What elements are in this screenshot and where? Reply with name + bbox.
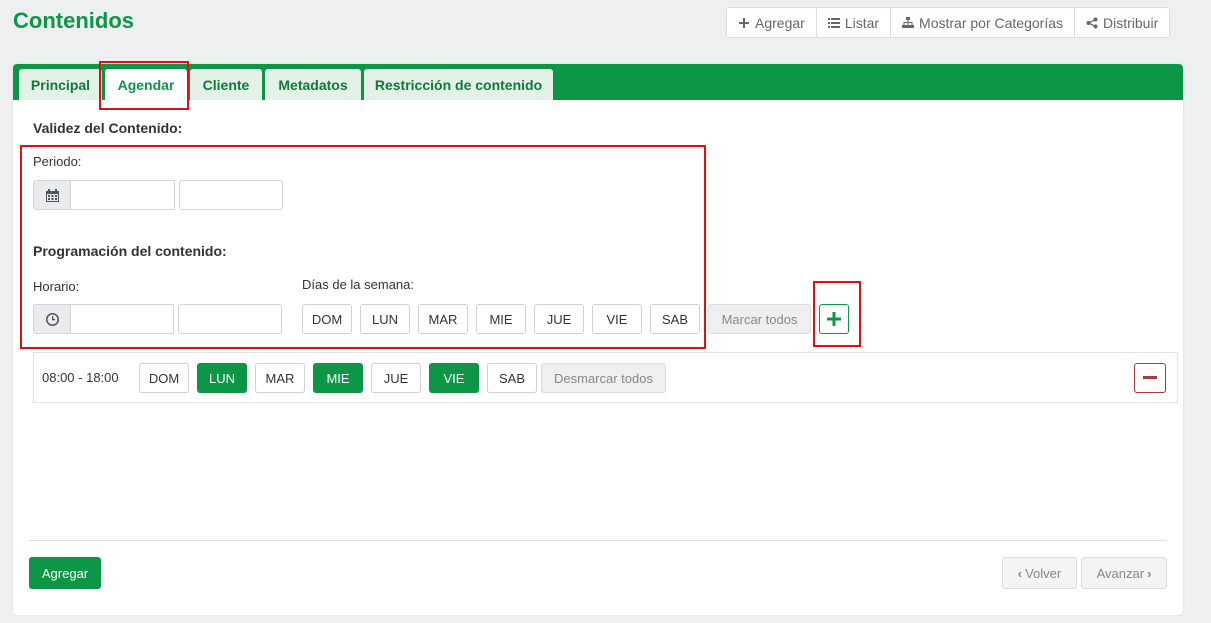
programacion-section-title: Programación del contenido: [33, 243, 227, 259]
share-icon [1086, 17, 1098, 28]
content-card: Principal Agendar Cliente Metadatos Rest… [13, 64, 1183, 615]
day-button-sab[interactable]: SAB [650, 304, 700, 334]
horario-label: Horario: [33, 279, 80, 294]
horario-start-input[interactable] [70, 304, 174, 334]
schedule-day-dom[interactable]: DOM [139, 363, 189, 393]
submit-add-button[interactable]: Agregar [29, 557, 101, 589]
tab-metadatos[interactable]: Metadatos [265, 69, 361, 100]
day-button-dom[interactable]: DOM [302, 304, 352, 334]
calendar-icon [45, 188, 59, 202]
schedule-day-mar[interactable]: MAR [255, 363, 305, 393]
horario-end-input[interactable] [178, 304, 282, 334]
page-title: Contenidos [13, 8, 134, 33]
show-by-categories-label: Mostrar por Categorías [919, 14, 1063, 31]
validez-section-title: Validez del Contenido: [33, 120, 183, 136]
back-label: Volver [1025, 565, 1062, 581]
schedule-day-jue[interactable]: JUE [371, 363, 421, 393]
top-actions-toolbar: Agregar Listar Mostrar por Categorías Di… [726, 7, 1171, 38]
tab-bar: Principal Agendar Cliente Metadatos Rest… [13, 64, 1183, 100]
tab-cliente[interactable]: Cliente [190, 69, 262, 100]
add-schedule-button[interactable] [819, 304, 849, 334]
remove-schedule-button[interactable] [1134, 363, 1166, 393]
form-divider [29, 540, 1167, 541]
tab-principal[interactable]: Principal [19, 69, 102, 100]
calendar-addon [33, 180, 71, 210]
mark-all-button[interactable]: Marcar todos [708, 304, 811, 334]
show-by-categories-button[interactable]: Mostrar por Categorías [891, 8, 1075, 37]
day-button-lun[interactable]: LUN [360, 304, 410, 334]
day-button-jue[interactable]: JUE [534, 304, 584, 334]
add-content-label: Agregar [755, 14, 805, 31]
periodo-end-input[interactable] [179, 180, 283, 210]
tab-restriccion-contenido[interactable]: Restricción de contenido [364, 69, 553, 100]
dias-semana-label: Días de la semana: [302, 277, 415, 292]
next-button[interactable]: Avanzar › [1081, 557, 1167, 589]
chevron-right-icon: › [1147, 565, 1152, 581]
clock-addon [33, 304, 71, 334]
schedule-row: 08:00 - 18:00 DOM LUN MAR MIE JUE VIE SA… [33, 352, 1178, 403]
periodo-start-input[interactable] [70, 180, 175, 210]
plus-icon [739, 17, 749, 28]
chevron-left-icon: ‹ [1017, 565, 1023, 581]
back-button[interactable]: ‹ Volver [1002, 557, 1077, 589]
periodo-label: Periodo: [33, 154, 82, 169]
list-icon [827, 17, 840, 28]
list-button[interactable]: Listar [817, 8, 892, 37]
plus-icon [827, 312, 841, 326]
minus-icon [1143, 376, 1157, 379]
add-content-button[interactable]: Agregar [727, 8, 817, 37]
schedule-day-sab[interactable]: SAB [487, 363, 537, 393]
unmark-all-button[interactable]: Desmarcar todos [541, 363, 666, 393]
schedule-day-lun[interactable]: LUN [197, 363, 247, 393]
day-button-mie[interactable]: MIE [476, 304, 526, 334]
clock-icon [45, 312, 59, 326]
day-button-mar[interactable]: MAR [418, 304, 468, 334]
schedule-day-mie[interactable]: MIE [313, 363, 363, 393]
day-button-vie[interactable]: VIE [592, 304, 642, 334]
list-label: Listar [844, 14, 880, 31]
tab-agendar[interactable]: Agendar [105, 69, 187, 100]
schedule-day-vie[interactable]: VIE [429, 363, 479, 393]
schedule-time-range: 08:00 - 18:00 [42, 370, 119, 385]
distribute-label: Distribuir [1103, 14, 1159, 31]
sitemap-icon [902, 16, 915, 28]
next-label: Avanzar [1096, 565, 1145, 581]
distribute-button[interactable]: Distribuir [1075, 8, 1169, 37]
